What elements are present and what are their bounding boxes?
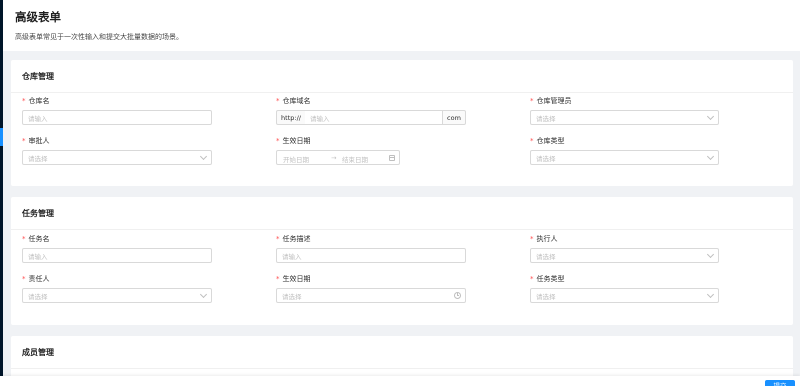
- sider-active-indicator: [0, 128, 3, 146]
- warehouse-card-header: 仓库管理: [11, 60, 793, 93]
- task-date-picker[interactable]: 请选择: [276, 288, 466, 303]
- domain-suffix-addon: com: [442, 110, 466, 125]
- required-mark: *: [276, 137, 280, 145]
- owner-select[interactable]: 请选择: [22, 288, 212, 303]
- task-type-field: * 任务类型 请选择: [530, 274, 720, 303]
- range-end-placeholder: 结束日期: [342, 156, 368, 164]
- clock-icon: [454, 292, 461, 299]
- required-mark: *: [276, 275, 280, 283]
- executor-select[interactable]: 请选择: [530, 248, 719, 263]
- warehouse-date-label: 生效日期: [282, 137, 311, 145]
- calendar-icon: [389, 155, 395, 161]
- owner-label: 责任人: [28, 275, 50, 283]
- task-name-field: * 任务名 请输入: [22, 234, 212, 263]
- warehouse-date-field: * 生效日期 开始日期 → 结束日期: [276, 136, 466, 165]
- warehouse-type-field: * 仓库类型 请选择: [530, 136, 720, 165]
- warehouse-admin-select[interactable]: 请选择: [530, 110, 719, 125]
- task-description-label: 任务描述: [282, 235, 311, 243]
- required-mark: *: [530, 275, 534, 283]
- required-mark: *: [22, 235, 26, 243]
- domain-prefix-addon: http://: [276, 110, 306, 125]
- executor-label: 执行人: [536, 235, 558, 243]
- task-type-label: 任务类型: [536, 275, 565, 283]
- approver-select[interactable]: 请选择: [22, 150, 212, 165]
- approver-label: 审批人: [28, 137, 50, 145]
- chevron-down-icon: [199, 152, 208, 161]
- warehouse-name-label: 仓库名: [28, 97, 50, 105]
- date-range-picker[interactable]: 开始日期 → 结束日期: [276, 150, 400, 165]
- task-date-field: * 生效日期 请选择: [276, 274, 466, 303]
- required-mark: *: [276, 235, 280, 243]
- chevron-down-icon: [706, 152, 715, 161]
- page-description: 高级表单常见于一次性输入和提交大批量数据的场景。: [15, 33, 183, 41]
- task-type-select[interactable]: 请选择: [530, 288, 719, 303]
- warehouse-name-input[interactable]: 请输入: [22, 110, 212, 125]
- range-arrow-icon: →: [331, 154, 337, 162]
- executor-field: * 执行人 请选择: [530, 234, 720, 263]
- chevron-down-icon: [706, 112, 715, 121]
- warehouse-card: 仓库管理 * 仓库名 请输入 * 仓库域名 http:// 请输入 com * 仓库管…: [11, 60, 793, 186]
- page-title: 高级表单: [15, 10, 61, 24]
- page-header: 高级表单 高级表单常见于一次性输入和提交大批量数据的场景。: [3, 0, 800, 51]
- task-date-label: 生效日期: [282, 275, 311, 283]
- task-card-title: 任务管理: [22, 208, 54, 218]
- required-mark: *: [530, 137, 534, 145]
- required-mark: *: [276, 97, 280, 105]
- member-card-title: 成员管理: [22, 347, 54, 357]
- task-description-input[interactable]: 请输入: [276, 248, 466, 263]
- required-mark: *: [530, 235, 534, 243]
- range-start-placeholder: 开始日期: [283, 156, 309, 164]
- footer-toolbar: [0, 376, 800, 386]
- warehouse-type-select[interactable]: 请选择: [530, 150, 719, 165]
- task-card: 任务管理 * 任务名 请输入 * 任务描述 请输入 * 执行人 请选择 * 责任人 请选…: [11, 197, 793, 325]
- submit-button[interactable]: 提交: [765, 380, 795, 386]
- warehouse-type-label: 仓库类型: [536, 137, 565, 145]
- warehouse-domain-field: * 仓库域名 http:// 请输入 com: [276, 96, 466, 125]
- task-name-input[interactable]: 请输入: [22, 248, 212, 263]
- required-mark: *: [22, 275, 26, 283]
- warehouse-name-field: * 仓库名 请输入: [22, 96, 212, 125]
- warehouse-domain-input[interactable]: 请输入: [305, 110, 443, 125]
- task-name-label: 任务名: [28, 235, 50, 243]
- chevron-down-icon: [706, 250, 715, 259]
- required-mark: *: [530, 97, 534, 105]
- member-card-header: 成员管理: [11, 336, 793, 369]
- chevron-down-icon: [199, 290, 208, 299]
- task-description-field: * 任务描述 请输入: [276, 234, 466, 263]
- warehouse-domain-label: 仓库域名: [282, 97, 311, 105]
- required-mark: *: [22, 97, 26, 105]
- warehouse-card-title: 仓库管理: [22, 71, 54, 81]
- approver-field: * 审批人 请选择: [22, 136, 212, 165]
- warehouse-admin-label: 仓库管理员: [536, 97, 572, 105]
- task-card-header: 任务管理: [11, 197, 793, 230]
- required-mark: *: [22, 137, 26, 145]
- sider-edge: [0, 0, 3, 386]
- owner-field: * 责任人 请选择: [22, 274, 212, 303]
- chevron-down-icon: [706, 290, 715, 299]
- warehouse-admin-field: * 仓库管理员 请选择: [530, 96, 720, 125]
